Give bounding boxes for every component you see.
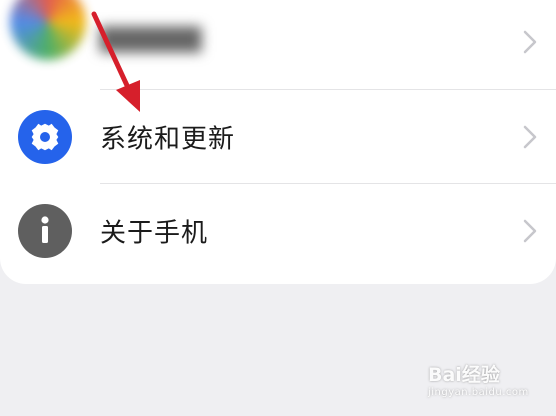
baidu-watermark: Bai经验 jingyan.baidu.com: [428, 352, 550, 408]
settings-row-about-phone[interactable]: 关于手机: [0, 185, 556, 277]
row-label-about-phone: 关于手机: [100, 218, 209, 249]
account-avatar-icon: [10, 0, 86, 60]
chevron-right-icon: [523, 125, 537, 149]
annotation-arrow-icon: [91, 11, 140, 112]
watermark-brand: Bai经验: [428, 364, 500, 386]
divider: [100, 89, 556, 90]
chevron-right-icon: [523, 30, 537, 54]
row-label-system-update: 系统和更新: [100, 124, 236, 155]
info-icon: [18, 204, 72, 258]
watermark-url: jingyan.baidu.com: [428, 387, 529, 398]
chevron-right-icon: [523, 219, 537, 243]
gear-icon: [18, 110, 72, 164]
divider: [100, 183, 556, 184]
